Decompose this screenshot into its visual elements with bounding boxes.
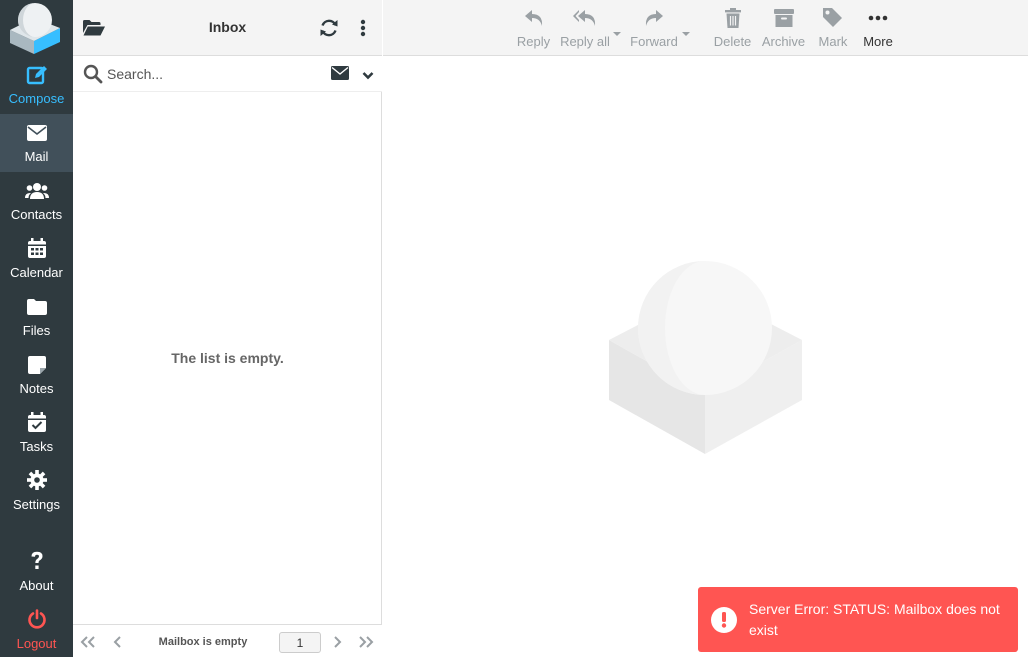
message-preview-area [383,56,1028,657]
reply-button[interactable]: Reply [511,6,556,50]
nav-notes[interactable]: Notes [0,346,73,404]
edit-icon [0,64,73,86]
forward-button[interactable]: Forward [629,6,679,50]
archive-button[interactable]: Archive [759,6,808,50]
reply-all-icon [559,6,611,30]
forward-icon [629,6,679,30]
question-icon [0,551,73,573]
chevron-down-icon[interactable] [362,68,374,86]
app-sidebar: Compose Mail Contacts Calendar Files Not… [0,0,73,657]
more-label: More [863,34,893,49]
tag-icon [814,6,852,30]
nav-files-label: Files [22,323,51,338]
nav-calendar[interactable]: Calendar [0,230,73,288]
archive-label: Archive [761,34,806,49]
last-page-icon[interactable] [357,633,375,651]
calendar-icon [0,238,73,260]
nav-contacts[interactable]: Contacts [0,172,73,230]
nav-files[interactable]: Files [0,288,73,346]
refresh-icon[interactable] [317,16,341,40]
error-message: Server Error: STATUS: Mailbox does not e… [749,601,1000,638]
more-dots-icon [858,6,898,30]
mark-label: Mark [818,34,848,49]
nav-tasks-label: Tasks [19,439,54,454]
search-input[interactable] [107,64,317,84]
folder-icon [0,296,73,318]
message-list-pane: Inbox The list is empty. Mailbox is empt… [73,0,382,657]
trash-icon [710,6,755,30]
nav-about[interactable]: About [0,543,73,601]
nav-settings-label: Settings [13,497,60,512]
delete-label: Delete [713,34,752,49]
search-icon [83,64,103,89]
reply-all-label: Reply all [560,34,610,49]
nav-about-label: About [19,578,54,593]
reply-all-caret-icon[interactable] [612,24,622,36]
nav-tasks[interactable]: Tasks [0,404,73,462]
nav-compose[interactable]: Compose [0,56,73,114]
calendar-check-icon [0,412,73,434]
forward-caret-icon[interactable] [681,24,691,36]
forward-label: Forward [630,34,678,49]
previous-page-icon[interactable] [109,633,127,651]
error-toast[interactable]: Server Error: STATUS: Mailbox does not e… [698,587,1018,652]
reply-label: Reply [516,34,551,49]
nav-notes-label: Notes [19,381,54,396]
nav-contacts-label: Contacts [10,207,63,222]
mark-button[interactable]: Mark [814,6,852,50]
reply-all-button[interactable]: Reply all [559,6,611,50]
watermark-logo [608,260,804,459]
search-bar [73,56,382,92]
users-icon [0,180,73,202]
nav-logout-label: Logout [16,636,57,651]
alert-icon [711,607,737,633]
power-icon [0,609,73,631]
nav-mail-label: Mail [24,149,49,164]
nav-calendar-label: Calendar [10,265,63,280]
nav-compose-label: Compose [8,91,65,106]
envelope-icon [0,122,73,144]
app-logo[interactable] [0,0,73,56]
more-button[interactable]: More [858,6,898,50]
first-page-icon[interactable] [79,633,97,651]
delete-button[interactable]: Delete [710,6,755,50]
sticky-note-icon [0,354,73,376]
list-options-icon[interactable] [351,16,375,40]
reply-icon [511,6,556,30]
archive-icon [759,6,808,30]
list-header: Inbox [73,0,382,56]
page-number-input[interactable] [279,632,321,653]
search-scope-envelope-icon[interactable] [331,66,349,85]
nav-logout[interactable]: Logout [0,601,73,657]
message-toolbar: Reply Reply all Forward Delete Archive M… [383,0,1028,56]
list-footer: Mailbox is empty [73,624,382,657]
mailbox-status: Mailbox is empty [158,636,248,648]
nav-mail[interactable]: Mail [0,114,73,172]
nav-settings[interactable]: Settings [0,462,73,520]
empty-list-message: The list is empty. [171,350,284,366]
gear-icon [0,470,73,492]
next-page-icon[interactable] [328,633,346,651]
